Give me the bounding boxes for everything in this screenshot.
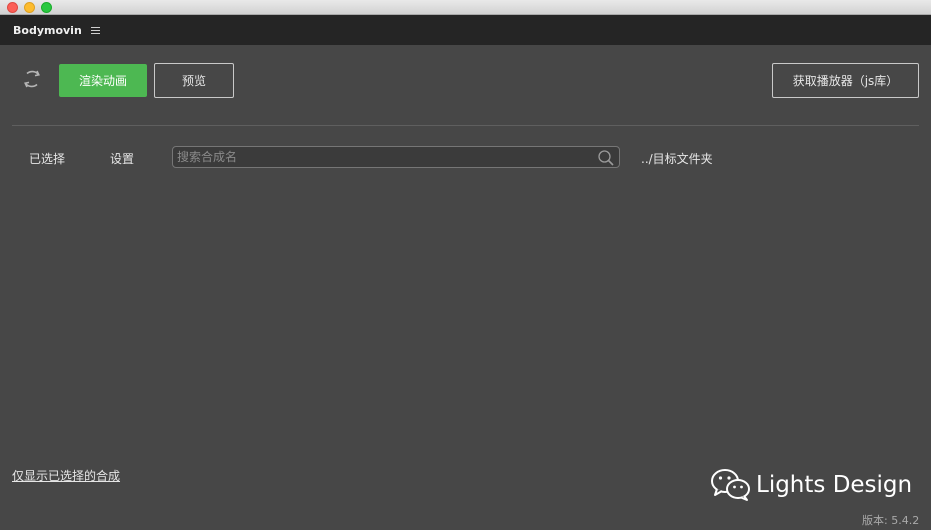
toolbar-divider <box>12 125 919 126</box>
tab-selected[interactable]: 已选择 <box>29 150 65 167</box>
render-animation-button[interactable]: 渲染动画 <box>59 64 147 97</box>
show-selected-only-link[interactable]: 仅显示已选择的合成 <box>12 467 120 484</box>
search-input[interactable] <box>173 147 597 167</box>
main-content: 渲染动画 预览 获取播放器（js库） 已选择 设置 ../目标文件夹 仅显示已选… <box>0 45 931 530</box>
minimize-window-button[interactable] <box>24 2 35 13</box>
window-titlebar <box>0 0 931 15</box>
close-window-button[interactable] <box>7 2 18 13</box>
panel-title: Bodymovin <box>13 23 82 37</box>
tab-settings[interactable]: 设置 <box>110 150 134 167</box>
panel-header: Bodymovin <box>0 15 931 45</box>
refresh-icon[interactable] <box>20 67 44 91</box>
destination-folder-label[interactable]: ../目标文件夹 <box>641 150 713 167</box>
wechat-icon <box>711 469 750 501</box>
get-player-button[interactable]: 获取播放器（js库） <box>772 63 919 98</box>
preview-button[interactable]: 预览 <box>154 63 234 98</box>
maximize-window-button[interactable] <box>41 2 52 13</box>
watermark-text: Lights Design <box>756 472 913 498</box>
watermark: Lights Design <box>710 468 912 502</box>
hamburger-menu-icon[interactable] <box>90 26 100 34</box>
search-icon[interactable] <box>597 149 615 167</box>
version-label: 版本: 5.4.2 <box>862 514 920 527</box>
search-box <box>172 146 620 168</box>
